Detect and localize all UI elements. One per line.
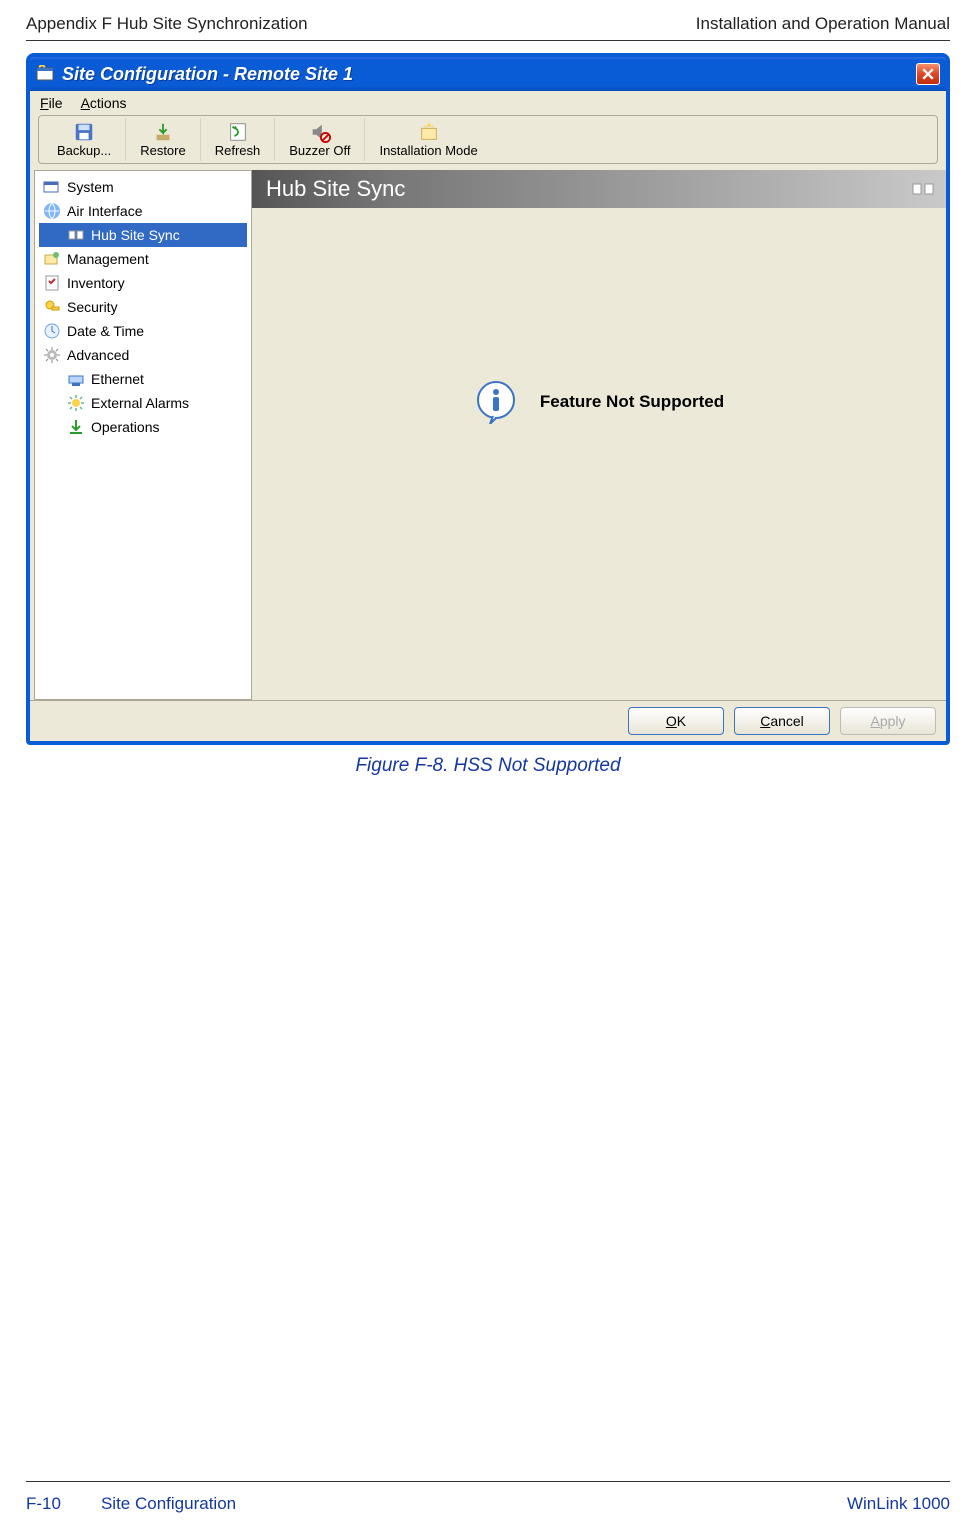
nav-external-alarms[interactable]: External Alarms: [39, 391, 247, 415]
info-icon: [474, 380, 518, 424]
nav-label: System: [67, 179, 114, 195]
nav-label: Management: [67, 251, 149, 267]
restore-icon: [150, 121, 176, 143]
nav-ethernet[interactable]: Ethernet: [39, 367, 247, 391]
nav-security[interactable]: Security: [39, 295, 247, 319]
toolbar-restore[interactable]: Restore: [126, 118, 201, 161]
ethernet-icon: [67, 370, 85, 388]
footer-page-num: F-10: [26, 1494, 61, 1513]
toolbar-refresh-label: Refresh: [215, 143, 261, 158]
nav-label: Hub Site Sync: [91, 227, 180, 243]
nav-operations[interactable]: Operations: [39, 415, 247, 439]
content-pane: Hub Site Sync Feature Not Supported: [252, 170, 946, 700]
close-button[interactable]: [916, 63, 940, 85]
window-body: System Air Interface Hub Site Sync Manag…: [30, 170, 946, 700]
menu-file[interactable]: File: [40, 95, 63, 111]
dialog-button-row: OK Cancel Apply: [30, 700, 946, 741]
content-title: Hub Site Sync: [266, 176, 405, 202]
nav-label: Air Interface: [67, 203, 142, 219]
menu-actions[interactable]: Actions: [81, 95, 127, 111]
footer-section: Site Configuration: [101, 1494, 236, 1513]
ok-button[interactable]: OK: [628, 707, 724, 735]
nav-advanced[interactable]: Advanced: [39, 343, 247, 367]
air-interface-icon: [43, 202, 61, 220]
inventory-icon: [43, 274, 61, 292]
toolbar-backup[interactable]: Backup...: [43, 118, 126, 161]
header-right: Installation and Operation Manual: [696, 14, 950, 34]
footer-divider: [26, 1481, 950, 1482]
cancel-button[interactable]: Cancel: [734, 707, 830, 735]
toolbar-restore-label: Restore: [140, 143, 186, 158]
alarm-icon: [67, 394, 85, 412]
window-icon: [36, 65, 54, 83]
buzzer-off-icon: [307, 121, 333, 143]
system-icon: [43, 178, 61, 196]
nav-tree: System Air Interface Hub Site Sync Manag…: [34, 170, 252, 700]
window-title: Site Configuration - Remote Site 1: [62, 64, 916, 85]
nav-date-time[interactable]: Date & Time: [39, 319, 247, 343]
toolbar-install-mode[interactable]: Installation Mode: [365, 118, 491, 161]
hub-sync-header-icon: [912, 178, 934, 196]
titlebar[interactable]: Site Configuration - Remote Site 1: [30, 57, 946, 91]
toolbar: Backup... Restore Refresh Buzzer Off: [38, 115, 938, 164]
nav-label: Operations: [91, 419, 159, 435]
nav-label: External Alarms: [91, 395, 189, 411]
clock-icon: [43, 322, 61, 340]
security-icon: [43, 298, 61, 316]
nav-label: Ethernet: [91, 371, 144, 387]
apply-button[interactable]: Apply: [840, 707, 936, 735]
management-icon: [43, 250, 61, 268]
operations-icon: [67, 418, 85, 436]
message-text: Feature Not Supported: [540, 392, 724, 412]
save-icon: [71, 121, 97, 143]
nav-label: Security: [67, 299, 118, 315]
install-mode-icon: [416, 121, 442, 143]
nav-system[interactable]: System: [39, 175, 247, 199]
nav-management[interactable]: Management: [39, 247, 247, 271]
nav-label: Date & Time: [67, 323, 144, 339]
page-running-footer: F-10 Site Configuration WinLink 1000: [26, 1494, 950, 1514]
nav-air-interface[interactable]: Air Interface: [39, 199, 247, 223]
page-running-header: Appendix F Hub Site Synchronization Inst…: [0, 0, 976, 38]
toolbar-buzzer[interactable]: Buzzer Off: [275, 118, 365, 161]
gear-icon: [43, 346, 61, 364]
header-divider: [26, 40, 950, 41]
nav-hub-site-sync[interactable]: Hub Site Sync: [39, 223, 247, 247]
nav-label: Inventory: [67, 275, 125, 291]
app-window: Site Configuration - Remote Site 1 File …: [26, 53, 950, 745]
refresh-icon: [225, 121, 251, 143]
toolbar-backup-label: Backup...: [57, 143, 111, 158]
figure-caption: Figure F-8. HSS Not Supported: [0, 755, 976, 777]
menu-bar: File Actions: [30, 91, 946, 115]
hub-sync-icon: [67, 226, 85, 244]
nav-label: Advanced: [67, 347, 129, 363]
toolbar-refresh[interactable]: Refresh: [201, 118, 276, 161]
toolbar-buzzer-label: Buzzer Off: [289, 143, 350, 158]
header-left: Appendix F Hub Site Synchronization: [26, 14, 308, 34]
feature-not-supported-message: Feature Not Supported: [252, 380, 946, 424]
content-header: Hub Site Sync: [252, 170, 946, 208]
nav-inventory[interactable]: Inventory: [39, 271, 247, 295]
toolbar-install-label: Installation Mode: [379, 143, 477, 158]
footer-product: WinLink 1000: [847, 1494, 950, 1514]
